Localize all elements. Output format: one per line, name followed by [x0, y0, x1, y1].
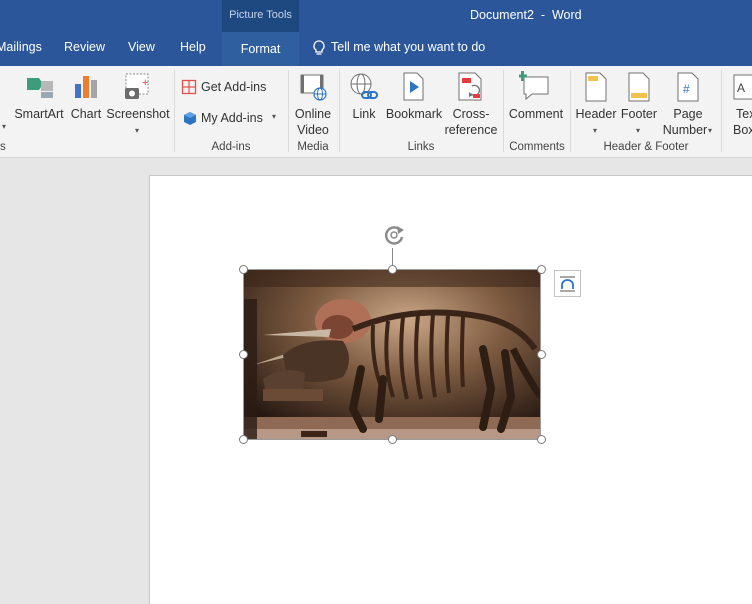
resize-handle-bottom-right[interactable] — [537, 435, 546, 444]
chart-label: Chart — [70, 107, 102, 121]
screenshot-label: Screenshot — [106, 107, 170, 121]
page-number-icon: # — [677, 72, 699, 102]
new-comment-icon — [519, 71, 549, 101]
tab-view[interactable]: View — [128, 40, 155, 54]
my-addins-label: My Add-ins — [201, 111, 263, 125]
resize-handle-top[interactable] — [388, 265, 397, 274]
group-illustrations-label: s — [0, 141, 6, 153]
comment-button[interactable]: Comment — [506, 70, 566, 132]
text-box-label-2: Box — [733, 123, 752, 137]
document-title: Document2 - Word — [470, 8, 582, 22]
chart-icon — [75, 76, 97, 98]
page-number-label-2: Number — [662, 123, 708, 137]
resize-handle-right[interactable] — [537, 350, 546, 359]
bookmark-button[interactable]: Bookmark — [384, 70, 444, 132]
tab-mailings[interactable]: Mailings — [0, 40, 42, 54]
ribbon: ▾ s SmartArt Chart + Screenshot ▾ Get Ad… — [0, 66, 752, 158]
online-video-label-1: Online — [294, 107, 332, 121]
resize-handle-left[interactable] — [239, 350, 248, 359]
store-icon — [181, 79, 197, 95]
smartart-label: SmartArt — [14, 107, 64, 121]
cross-reference-label-2: reference — [444, 123, 498, 137]
tell-me-text: Tell me what you want to do — [331, 40, 486, 54]
cross-reference-label-1: Cross- — [452, 107, 490, 121]
chevron-down-icon: ▾ — [593, 126, 598, 135]
bookmark-label: Bookmark — [385, 107, 443, 121]
cross-reference-button[interactable]: Cross- reference — [444, 70, 498, 140]
svg-text:A: A — [737, 81, 745, 95]
ribbon-separator — [503, 70, 504, 152]
resize-handle-top-left[interactable] — [239, 265, 248, 274]
header-button[interactable]: Header ▾ — [574, 70, 618, 146]
resize-handle-top-right[interactable] — [537, 265, 546, 274]
link-label: Link — [352, 107, 376, 121]
link-icon — [350, 73, 378, 99]
screenshot-icon: + — [125, 73, 149, 99]
resize-handle-bottom-left[interactable] — [239, 435, 248, 444]
comment-label: Comment — [508, 107, 564, 121]
page-number-button[interactable]: # Page Number ▾ — [660, 70, 716, 140]
get-addins-button[interactable]: Get Add-ins — [180, 78, 280, 96]
resize-handle-bottom[interactable] — [388, 435, 397, 444]
chevron-down-icon: ▾ — [636, 126, 641, 135]
lightbulb-icon — [313, 40, 325, 55]
picture-tools-label: Picture Tools — [229, 9, 292, 21]
ribbon-separator — [174, 70, 175, 152]
svg-text:#: # — [683, 82, 690, 96]
ribbon-separator — [288, 70, 289, 152]
svg-text:+: + — [142, 77, 148, 89]
online-video-label-2: Video — [297, 123, 329, 137]
ribbon-separator — [721, 70, 722, 152]
title-bar — [0, 0, 752, 66]
group-addins-label: Add-ins — [211, 141, 251, 153]
chevron-down-icon: ▾ — [135, 126, 140, 135]
header-icon — [585, 72, 607, 102]
rotate-handle-icon[interactable] — [381, 224, 409, 250]
group-header-footer-label: Header & Footer — [603, 141, 689, 153]
online-video-button[interactable]: Online Video — [291, 70, 335, 140]
online-video-icon — [300, 74, 327, 101]
chart-button[interactable]: Chart — [68, 70, 104, 132]
tab-review[interactable]: Review — [64, 40, 105, 54]
layout-options-icon — [560, 276, 575, 292]
header-label: Header — [575, 107, 617, 121]
page-number-label-1: Page — [673, 107, 703, 121]
footer-icon — [628, 72, 650, 102]
tab-help[interactable]: Help — [180, 40, 206, 54]
my-addins-button[interactable]: My Add-ins ▾ — [180, 109, 284, 127]
text-box-button[interactable]: A Text Box — [728, 70, 752, 140]
addins-icon — [184, 112, 196, 125]
text-box-icon: A — [733, 74, 752, 100]
link-button[interactable]: Link — [346, 70, 382, 132]
chevron-down-icon: ▾ — [2, 122, 7, 131]
chevron-down-icon: ▾ — [272, 112, 277, 121]
cross-reference-icon — [458, 72, 482, 101]
selection-border — [243, 269, 541, 440]
layout-options-button[interactable] — [554, 270, 581, 297]
footer-button[interactable]: Footer ▾ — [618, 70, 660, 146]
ribbon-separator — [570, 70, 571, 152]
tab-format[interactable]: Format — [222, 32, 299, 66]
smartart-button[interactable]: SmartArt — [12, 70, 66, 132]
ribbon-separator — [339, 70, 340, 152]
smartart-icon — [27, 78, 53, 98]
bookmark-icon — [403, 72, 424, 101]
footer-label: Footer — [620, 107, 658, 121]
chevron-down-icon: ▾ — [708, 126, 713, 135]
group-media-label: Media — [297, 141, 329, 153]
screenshot-button[interactable]: + Screenshot ▾ — [106, 70, 170, 146]
group-links-label: Links — [407, 141, 435, 153]
text-box-label-1: Text — [736, 107, 752, 121]
group-comments-label: Comments — [509, 141, 565, 153]
get-addins-label: Get Add-ins — [201, 80, 267, 94]
